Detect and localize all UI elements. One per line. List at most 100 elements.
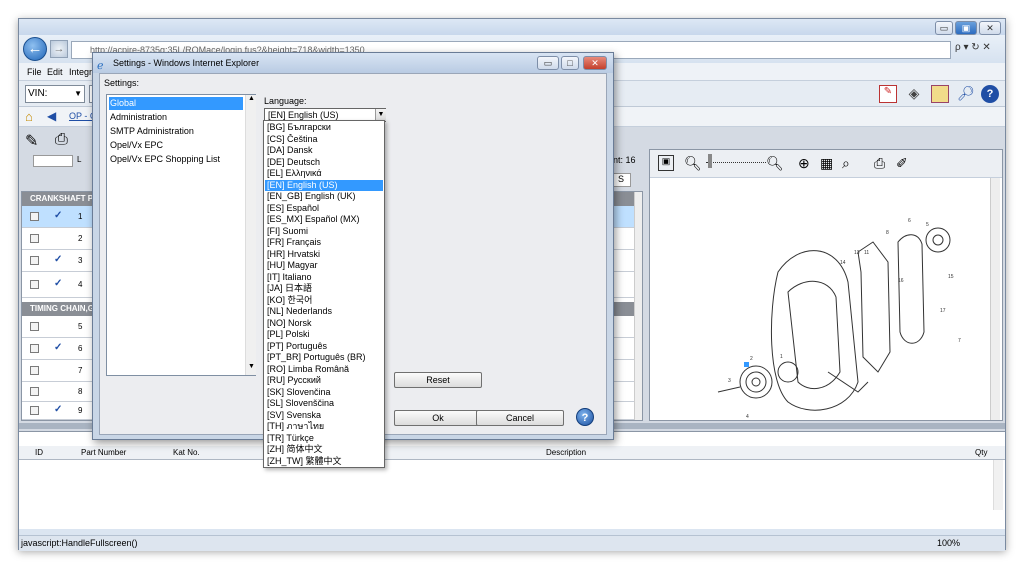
list-scrollbar[interactable] [634,192,642,420]
language-option[interactable]: [ZH_TW] 繁體中文 [265,456,383,468]
language-option[interactable]: [PT_BR] Português (BR) [265,352,383,364]
language-option[interactable]: [RO] Limba Română [265,364,383,376]
language-option[interactable]: [EL] Ελληνικά [265,168,383,180]
col-qty[interactable]: Qty [975,446,987,459]
col-description[interactable]: Description [546,446,586,459]
document-icon[interactable]: ✎ [879,85,897,103]
language-option[interactable]: [NL] Nederlands [265,306,383,318]
help-icon[interactable]: ? [576,408,594,426]
dialog-minimize-button[interactable]: ▭ [537,56,559,70]
col-part-number[interactable]: Part Number [81,446,126,459]
search-book-icon[interactable]: 🔎︎ [957,85,975,103]
language-option[interactable]: [RU] Русский [265,375,383,387]
language-option[interactable]: [HR] Hrvatski [265,249,383,261]
edit-icon[interactable]: ✎ [25,131,38,151]
language-option[interactable]: [CS] Čeština [265,134,383,146]
row-number: 9 [78,406,83,415]
nav-item-global[interactable]: Global [109,97,243,110]
language-option[interactable]: [KO] 한국어 [265,295,383,307]
print-icon[interactable]: ⎙ [55,131,68,149]
export-icon[interactable]: ✐ [896,155,908,172]
row-checkbox[interactable] [30,212,39,221]
help-icon[interactable]: ? [981,85,999,103]
dialog-close-button[interactable]: ✕ [583,56,607,70]
col-kat-no[interactable]: Kat No. [173,446,200,459]
row-number: 6 [78,344,83,353]
zoom-in-icon[interactable]: 🔍︎ [766,155,784,172]
menu-edit[interactable]: Edit [43,63,67,81]
col-id[interactable]: ID [35,446,43,459]
language-label: Language: [264,96,307,106]
scroll-up-icon[interactable]: ▲ [248,95,255,102]
fit-icon[interactable]: ▣ [658,155,674,171]
eraser-icon[interactable]: ◈ [905,85,923,103]
language-option[interactable]: [ZH] 简体中文 [265,444,383,456]
language-option[interactable]: [ES_MX] Español (MX) [265,214,383,226]
print-icon[interactable]: ⎙ [874,155,885,172]
check-icon: ✓ [54,278,63,289]
row-checkbox[interactable] [30,234,39,243]
language-option[interactable]: [FI] Suomi [265,226,383,238]
vin-select[interactable]: VIN: ▼ [25,85,85,103]
row-number: 4 [78,280,83,289]
search-refresh-icons[interactable]: ρ ▾ ↻ ✕ [955,42,991,53]
nav-item-smtp[interactable]: SMTP Administration [109,125,243,138]
row-checkbox[interactable] [30,387,39,396]
language-option[interactable]: [FR] Français [265,237,383,249]
language-option[interactable]: [EN] English (US) [265,179,383,191]
back-button[interactable]: ← [23,37,47,61]
row-checkbox[interactable] [30,256,39,265]
row-checkbox[interactable] [30,344,39,353]
language-option[interactable]: [NO] Norsk [265,318,383,330]
nav-item-epc[interactable]: Opel/Vx EPC [109,139,243,152]
cancel-button[interactable]: Cancel [476,410,564,426]
ok-button[interactable]: Ok [394,410,482,426]
row-checkbox[interactable] [30,406,39,415]
language-option[interactable]: [TH] ภาษาไทย [265,421,383,433]
language-option[interactable]: [IT] Italiano [265,272,383,284]
back-arrow-icon[interactable]: ◀ [47,109,56,123]
zoom-out-icon[interactable]: 🔍︎ [684,155,702,172]
select-icon[interactable]: ▦ [820,155,833,172]
nav-item-shopping-list[interactable]: Opel/Vx EPC Shopping List [109,153,243,166]
status-text: javascript:HandleFullscreen() [21,538,138,548]
language-option[interactable]: [HU] Magyar [265,260,383,272]
language-option[interactable]: [PT] Português [265,341,383,353]
language-option[interactable]: [SV] Svenska [265,410,383,422]
language-option[interactable]: [DE] Deutsch [265,157,383,169]
dialog-maximize-button[interactable]: □ [561,56,579,70]
nav-item-administration[interactable]: Administration [109,111,243,124]
svg-text:7: 7 [958,338,961,344]
language-option[interactable]: [SK] Slovenčina [265,387,383,399]
language-option[interactable]: [JA] 日本語 [265,283,383,295]
row-checkbox[interactable] [30,366,39,375]
row-checkbox[interactable] [30,322,39,331]
close-button[interactable]: ✕ [979,21,1001,35]
chevron-down-icon: ▼ [74,89,82,98]
scroll-down-icon[interactable]: ▼ [248,363,255,370]
zoom-level[interactable]: 100% [937,536,960,551]
minimize-button[interactable]: ▭ [935,21,953,35]
illustration-scrollbar[interactable] [990,178,1000,420]
home-icon[interactable]: ⌂ [25,109,33,124]
zoom-slider[interactable] [706,162,766,163]
language-option[interactable]: [BG] Български [265,122,383,134]
language-option[interactable]: [EN_GB] English (UK) [265,191,383,203]
center-icon[interactable]: ⊕ [798,155,810,172]
magnify-icon[interactable]: ⌕ [842,155,850,172]
zoom-slider-thumb[interactable] [708,154,712,168]
restore-button[interactable]: ▣ [955,21,977,35]
language-option[interactable]: [ES] Español [265,203,383,215]
forward-button[interactable]: → [50,40,68,58]
check-icon: ✓ [54,254,63,265]
language-option[interactable]: [SL] Slovenščina [265,398,383,410]
engine-diagram[interactable]: 5 8 6 14 13 11 15 16 17 7 3 2 4 1 [658,182,998,422]
reset-button[interactable]: Reset [394,372,482,388]
language-option[interactable]: [TR] Türkçe [265,433,383,445]
language-option[interactable]: [PL] Polski [265,329,383,341]
folder-icon[interactable] [931,85,949,103]
language-option[interactable]: [DA] Dansk [265,145,383,157]
nav-scrollbar[interactable]: ▲ ▼ [245,95,256,375]
row-checkbox[interactable] [30,280,39,289]
grid-scrollbar[interactable] [993,460,1003,510]
